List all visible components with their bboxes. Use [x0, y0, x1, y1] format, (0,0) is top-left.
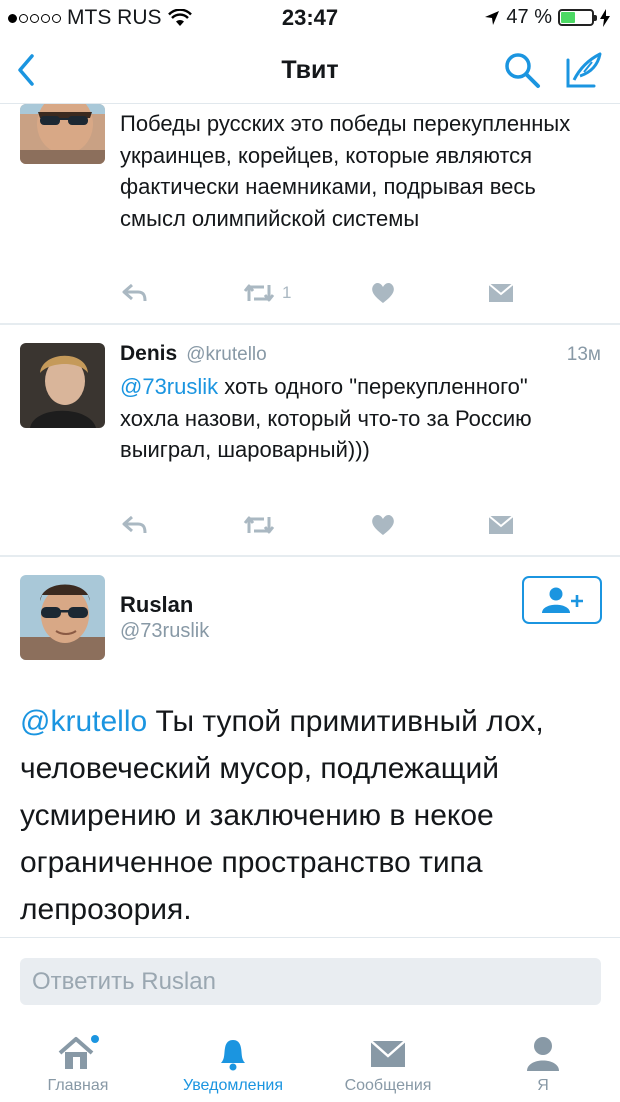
author-handle[interactable]: @krutello: [186, 344, 267, 366]
location-arrow-icon: [485, 10, 500, 25]
mention-link[interactable]: @73ruslik: [120, 374, 218, 399]
avatar[interactable]: [20, 104, 105, 164]
envelope-icon: [488, 515, 514, 534]
heart-icon: [372, 283, 394, 303]
tweet-text: @73ruslik хоть одного "перекупленного" х…: [120, 371, 590, 466]
add-user-icon: [542, 587, 583, 613]
tab-bar: Главная Уведомления Сообщения Я: [0, 1025, 620, 1102]
retweet-action[interactable]: [242, 510, 276, 540]
dm-action[interactable]: [488, 278, 514, 308]
retweet-count: 1: [282, 283, 292, 302]
person-icon: [527, 1037, 559, 1071]
home-icon: [58, 1035, 99, 1069]
charging-bolt-icon: [600, 8, 610, 27]
dm-action[interactable]: [488, 510, 514, 540]
battery-fill: [561, 12, 576, 23]
tweet-actions: 1: [120, 278, 520, 308]
battery-percent: 47 %: [506, 6, 552, 28]
tweet-body: Ты тупой примитивный лох, человеческий м…: [20, 705, 544, 926]
divider: [0, 555, 620, 557]
reply-input[interactable]: Ответить Ruslan: [20, 958, 601, 1005]
avatar[interactable]: [20, 343, 105, 428]
divider: [0, 323, 620, 325]
tab-notifications[interactable]: Уведомления: [163, 1025, 303, 1102]
like-action[interactable]: [370, 510, 396, 540]
avatar[interactable]: [20, 575, 105, 660]
tab-me[interactable]: Я: [473, 1025, 613, 1102]
tweet-timestamp: 13м: [566, 344, 601, 365]
author-handle[interactable]: @73ruslik: [120, 620, 209, 643]
like-action[interactable]: [370, 278, 396, 308]
reply-action[interactable]: [120, 278, 148, 308]
tab-label: Я: [537, 1077, 549, 1094]
tweet-actions: [120, 510, 520, 540]
follow-button[interactable]: [522, 576, 602, 624]
tab-messages[interactable]: Сообщения: [318, 1025, 458, 1102]
tweet-header: Denis @krutello: [120, 342, 267, 366]
envelope-icon: [488, 283, 514, 302]
heart-icon: [372, 515, 394, 535]
reply-bar: Ответить Ruslan: [0, 937, 620, 1037]
navigation-bar: Твит: [0, 36, 620, 104]
author-name[interactable]: Denis: [120, 342, 177, 366]
tab-label: Главная: [47, 1077, 109, 1094]
retweet-icon: [243, 516, 275, 534]
retweet-icon: [243, 284, 275, 302]
main-tweet-text: @krutello Ты тупой примитивный лох, чело…: [20, 698, 610, 933]
tab-label: Сообщения: [344, 1077, 432, 1094]
reply-action[interactable]: [120, 510, 148, 540]
tab-home[interactable]: Главная: [8, 1025, 148, 1102]
reply-icon: [122, 283, 147, 302]
tweet-text: Победы русских это победы перекупленных …: [120, 111, 571, 231]
compose-icon[interactable]: [562, 50, 604, 90]
retweet-action[interactable]: 1: [242, 278, 291, 308]
tab-label: Уведомления: [182, 1077, 284, 1094]
search-icon[interactable]: [502, 50, 542, 90]
system-indicators: 47 %: [484, 6, 610, 29]
reply-icon: [122, 515, 147, 534]
author-name[interactable]: Ruslan: [120, 592, 193, 618]
envelope-icon: [370, 1040, 406, 1067]
mention-link[interactable]: @krutello: [20, 705, 147, 738]
battery-icon: [558, 9, 597, 26]
status-bar: MTS RUS 23:47 47 %: [0, 0, 620, 36]
bell-icon: [221, 1040, 245, 1071]
